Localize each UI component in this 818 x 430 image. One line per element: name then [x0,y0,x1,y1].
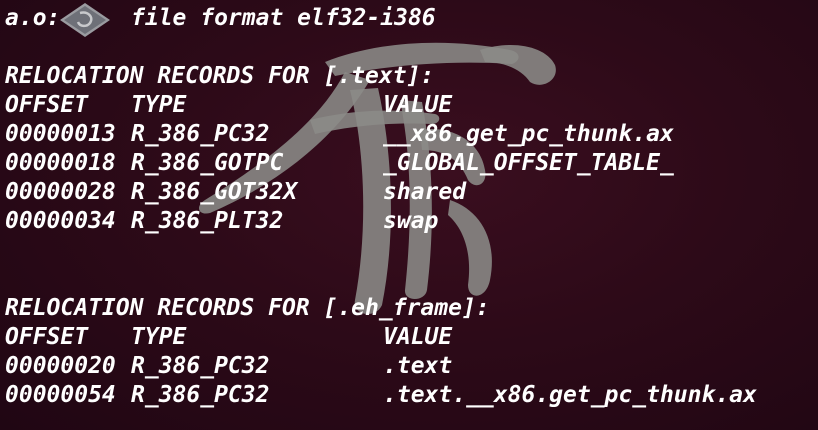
row-value: .text.__x86.get_pc_thunk.ax [383,382,757,408]
column-header-type: TYPE [131,92,187,118]
file-format: file format elf32-i386 [131,5,436,31]
row-value: .text [383,353,453,379]
row-offset: 00000018 [5,150,116,176]
row-offset: 00000054 [5,382,116,408]
column-header-value: VALUE [383,324,453,350]
column-header-offset: OFFSET [5,92,89,118]
table-row: 00000028 R_386_GOT32X shared [5,178,466,206]
row-value: swap [383,208,439,234]
table-header: OFFSET TYPE VALUE [5,323,452,351]
ubuntu-logo-icon [60,3,110,37]
file-name: a.o: [5,5,61,31]
row-type: R_386_GOT32X [131,179,298,205]
row-offset: 00000013 [5,121,116,147]
row-type: R_386_PLT32 [131,208,284,234]
row-value: __x86.get_pc_thunk.ax [383,121,674,147]
table-row: 00000034 R_386_PLT32 swap [5,207,438,235]
table-row: 00000054 R_386_PC32 .text.__x86.get_pc_t… [5,381,757,409]
table-row: 00000020 R_386_PC32 .text [5,352,452,380]
row-offset: 00000034 [5,208,116,234]
row-value: shared [383,179,467,205]
terminal-window[interactable]: a.o: file format elf32-i386 RELOCATION R… [0,0,818,430]
row-type: R_386_PC32 [131,121,270,147]
table-row: 00000013 R_386_PC32 __x86.get_pc_thunk.a… [5,120,674,148]
table-row: 00000018 R_386_GOTPC _GLOBAL_OFFSET_TABL… [5,149,674,177]
header-line: a.o: file format elf32-i386 [5,4,436,32]
row-type: R_386_PC32 [131,382,270,408]
row-offset: 00000020 [5,353,116,379]
section-title: RELOCATION RECORDS FOR [.text]: [5,63,435,89]
row-value: _GLOBAL_OFFSET_TABLE_ [383,150,674,176]
section-title: RELOCATION RECORDS FOR [.eh_frame]: [5,295,490,321]
column-header-value: VALUE [383,92,453,118]
column-header-type: TYPE [131,324,187,350]
row-type: R_386_GOTPC [131,150,284,176]
row-type: R_386_PC32 [131,353,270,379]
row-offset: 00000028 [5,179,116,205]
table-header: OFFSET TYPE VALUE [5,91,452,119]
column-header-offset: OFFSET [5,324,89,350]
